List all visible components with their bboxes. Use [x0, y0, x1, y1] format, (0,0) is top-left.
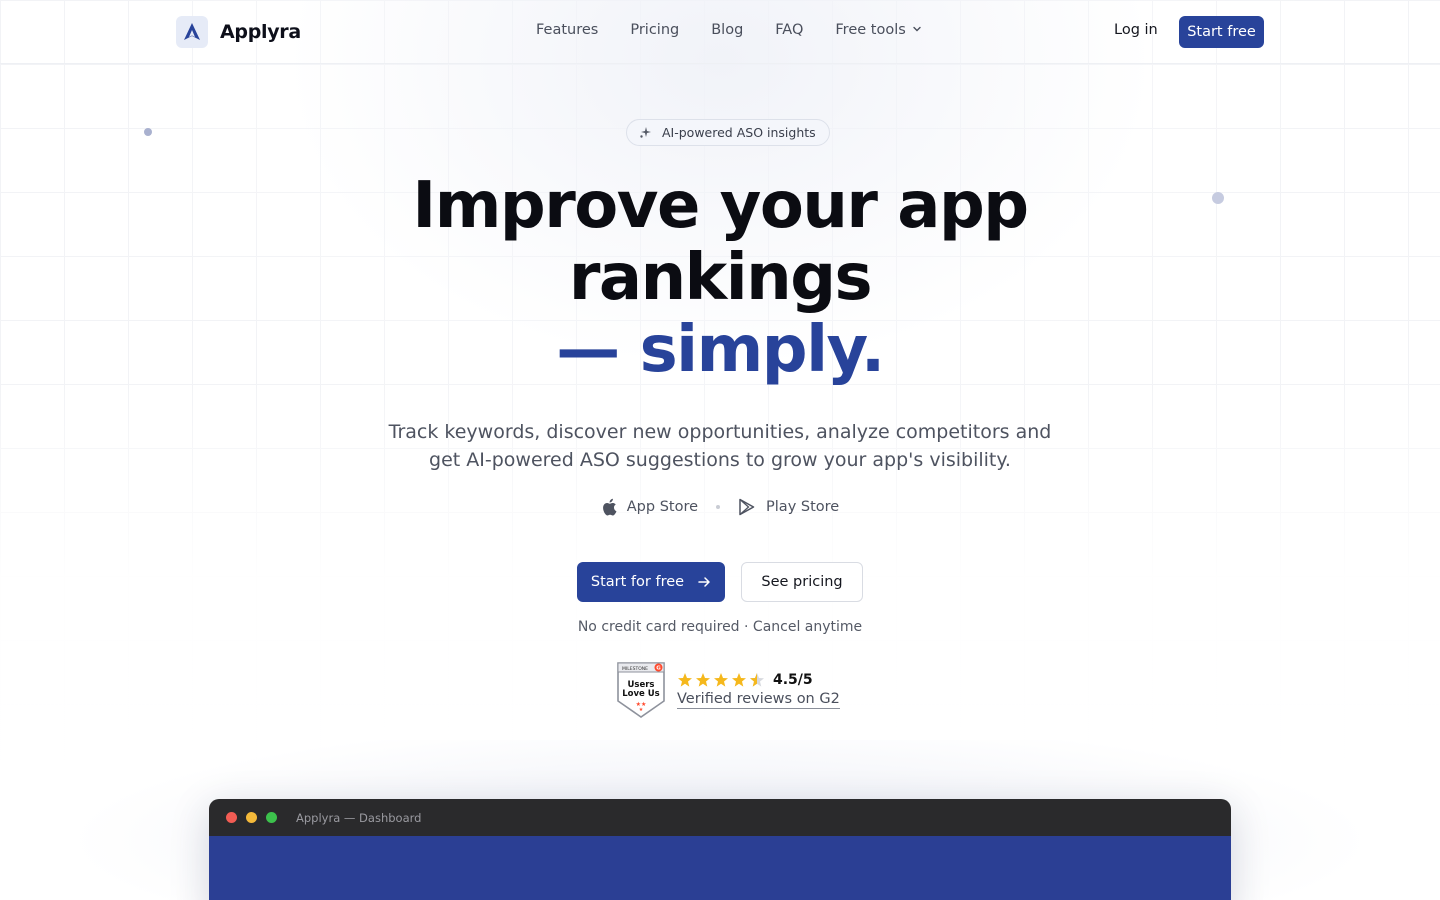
nav-link-free-tools[interactable]: Free tools [835, 22, 921, 38]
nav-link-blog[interactable]: Blog [711, 22, 743, 38]
star-half-icon [750, 672, 764, 687]
apple-icon [601, 498, 617, 516]
g2-rating: MILESTONE G Users Love Us ★★ ★ 4.5/5 Ver… [616, 661, 840, 719]
start-for-free-label: Start for free [590, 574, 685, 590]
top-nav: Applyra Features Pricing Blog FAQ Free t… [0, 0, 1440, 64]
arrow-right-icon [698, 576, 711, 588]
headline-line-2: rankings [568, 241, 873, 315]
dashboard-preview-body [209, 836, 1231, 900]
hero-subtitle: Track keywords, discover new opportuniti… [388, 421, 1052, 471]
star-rating: 4.5/5 [677, 672, 840, 688]
nav-links: Features Pricing Blog FAQ Free tools [536, 22, 922, 38]
chevron-down-icon [912, 22, 922, 38]
login-link[interactable]: Log in [1114, 22, 1158, 38]
separator-dot [716, 505, 721, 509]
close-light-icon [226, 812, 237, 823]
hero-headline: Improve your app rankings — simply. [0, 170, 1440, 386]
start-for-free-button[interactable]: Start for free [577, 562, 725, 602]
rating-value: 4.5/5 [773, 671, 813, 688]
decorative-dot [144, 128, 152, 136]
store-app-store: App Store [601, 498, 698, 516]
star-icon [696, 672, 710, 687]
star-icon [678, 672, 692, 687]
ai-badge-label: AI-powered ASO insights [662, 125, 816, 140]
headline-line-1: Improve your app [412, 169, 1029, 243]
window-title: Applyra — Dashboard [296, 810, 422, 825]
store-play-store: Play Store [738, 498, 839, 516]
logo-icon [176, 16, 208, 48]
nav-link-pricing[interactable]: Pricing [630, 22, 679, 38]
star-icon [714, 672, 728, 687]
maximize-light-icon [266, 812, 277, 823]
store-play-store-label: Play Store [766, 499, 840, 515]
store-list: App Store Play Store [0, 498, 1440, 516]
brand[interactable]: Applyra [176, 16, 301, 48]
free-tools-label: Free tools [835, 22, 906, 38]
no-credit-card-note: No credit card required · Cancel anytime [577, 619, 863, 635]
svg-text:★: ★ [639, 707, 644, 713]
play-store-icon [738, 498, 756, 516]
g2-text: 4.5/5 Verified reviews on G2 [677, 672, 840, 709]
dashboard-preview-window: Applyra — Dashboard [209, 799, 1231, 900]
g2-reviews-link[interactable]: Verified reviews on G2 [677, 690, 840, 709]
g2-badge-icon: MILESTONE G Users Love Us ★★ ★ [616, 661, 666, 719]
store-app-store-label: App Store [626, 499, 699, 515]
brand-name: Applyra [220, 21, 301, 43]
g2-badge-top: MILESTONE [622, 666, 648, 672]
start-free-button[interactable]: Start free [1179, 16, 1264, 48]
nav-link-features[interactable]: Features [536, 22, 598, 38]
sparkle-icon [639, 126, 652, 139]
svg-text:Love Us: Love Us [622, 689, 659, 699]
nav-link-faq[interactable]: FAQ [775, 22, 803, 38]
ai-badge: AI-powered ASO insights [626, 119, 830, 146]
headline-accent: — simply. [556, 313, 885, 387]
window-titlebar: Applyra — Dashboard [209, 799, 1231, 836]
star-icon [732, 672, 746, 687]
minimize-light-icon [246, 812, 257, 823]
see-pricing-button[interactable]: See pricing [741, 562, 863, 602]
svg-text:G: G [656, 666, 661, 672]
